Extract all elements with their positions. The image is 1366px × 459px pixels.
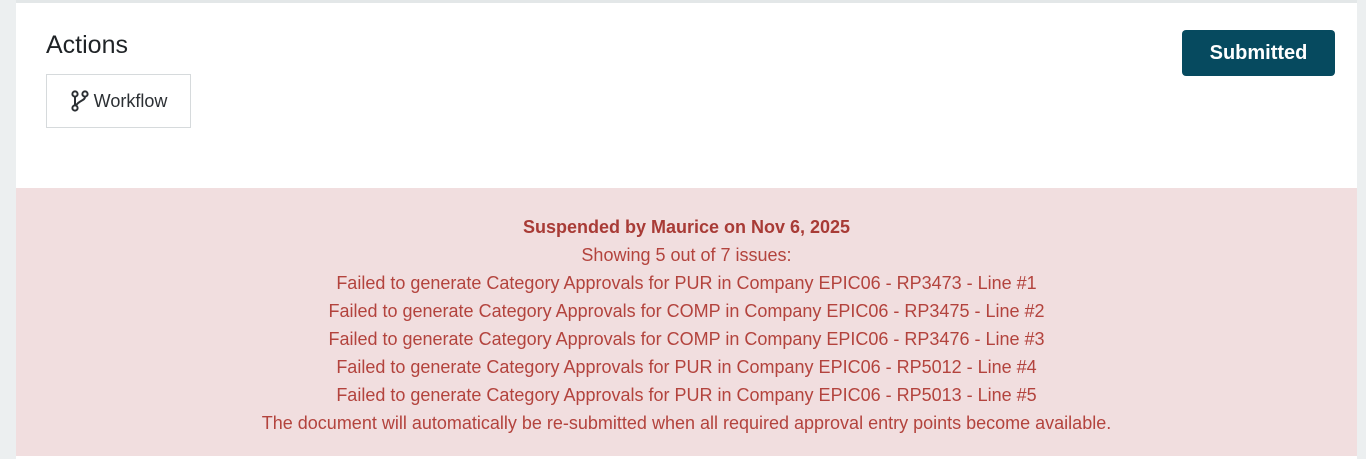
alert-issue: Failed to generate Category Approvals fo… — [336, 385, 1037, 405]
alert-issue: Failed to generate Category Approvals fo… — [336, 357, 1037, 377]
submitted-status-button[interactable]: Submitted — [1182, 30, 1335, 76]
workflow-button[interactable]: Workflow — [46, 74, 191, 128]
workflow-button-label: Workflow — [93, 90, 168, 111]
suspension-alert: Suspended by Maurice on Nov 6, 2025 Show… — [16, 188, 1357, 456]
document-panel: Actions Workflow Submitted Suspended by … — [16, 0, 1357, 459]
git-branch-icon — [70, 90, 90, 112]
actions-heading: Actions — [46, 31, 128, 59]
divider — [16, 0, 1357, 3]
alert-issue: Failed to generate Category Approvals fo… — [328, 329, 1045, 349]
alert-summary: Showing 5 out of 7 issues: — [581, 245, 792, 265]
alert-title: Suspended by Maurice on Nov 6, 2025 — [522, 217, 851, 237]
alert-issue: Failed to generate Category Approvals fo… — [336, 273, 1037, 293]
alert-footer: The document will automatically be re-su… — [261, 413, 1112, 433]
alert-issue: Failed to generate Category Approvals fo… — [328, 301, 1045, 321]
